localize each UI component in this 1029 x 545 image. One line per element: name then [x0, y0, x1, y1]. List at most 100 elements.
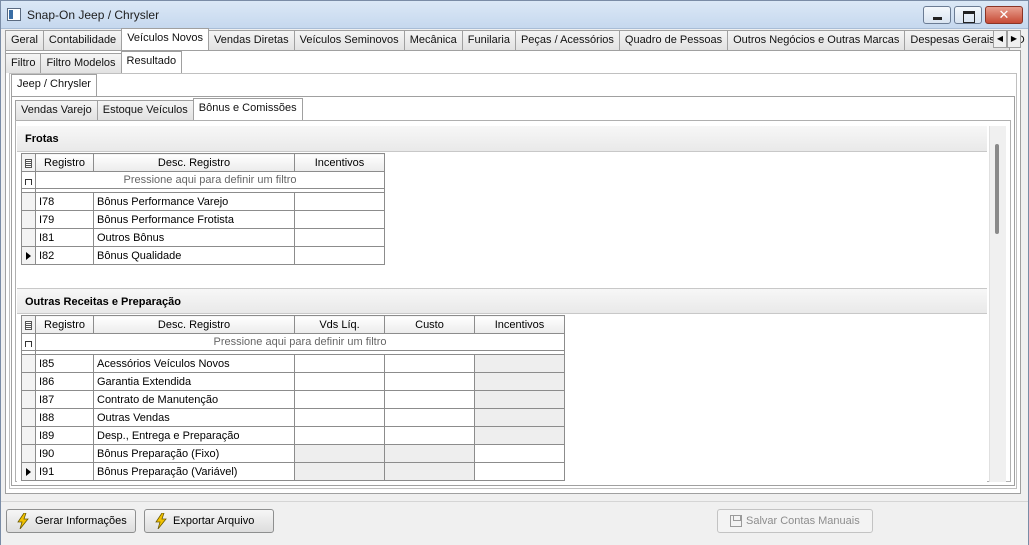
window-title: Snap-On Jeep / Chrysler: [27, 8, 160, 22]
tab-quadro-pessoas[interactable]: Quadro de Pessoas: [618, 30, 729, 50]
minimize-button[interactable]: [923, 6, 951, 24]
table-row[interactable]: I78 Bônus Performance Varejo: [21, 192, 385, 211]
filter-row[interactable]: Pressione aqui para definir um filtro: [35, 333, 565, 351]
cell-desc[interactable]: Bônus Preparação (Fixo): [93, 444, 295, 463]
tab-vendas-varejo[interactable]: Vendas Varejo: [15, 100, 98, 120]
salvar-contas-manuais-label: Salvar Contas Manuais: [746, 515, 860, 527]
tab-outros-negocios[interactable]: Outros Negócios e Outras Marcas: [727, 30, 906, 50]
table-row[interactable]: I91 Bônus Preparação (Variável): [21, 462, 565, 481]
col-desc-registro[interactable]: Desc. Registro: [93, 153, 295, 172]
col-incentivos[interactable]: Incentivos: [294, 153, 385, 172]
salvar-contas-manuais-button[interactable]: Salvar Contas Manuais: [717, 509, 873, 533]
gerar-informacoes-button[interactable]: Gerar Informações: [6, 509, 136, 533]
tab-vendas-diretas[interactable]: Vendas Diretas: [208, 30, 295, 50]
cell-desc[interactable]: Outros Bônus: [93, 228, 295, 247]
maximize-button[interactable]: [954, 6, 982, 24]
cell-desc[interactable]: Acessórios Veículos Novos: [93, 354, 295, 373]
lightning-icon: [17, 513, 29, 529]
cell-incentivos[interactable]: [294, 228, 385, 247]
cell-registro[interactable]: I86: [35, 372, 94, 391]
cell-registro[interactable]: I81: [35, 228, 94, 247]
cell-registro[interactable]: I91: [35, 462, 94, 481]
tab-mecanica[interactable]: Mecânica: [403, 30, 463, 50]
cell-registro[interactable]: I85: [35, 354, 94, 373]
table-row[interactable]: I86 Garantia Extendida: [21, 372, 565, 391]
cell-custo[interactable]: [384, 390, 475, 409]
cell-vds[interactable]: [294, 372, 385, 391]
table-row[interactable]: I79 Bônus Performance Frotista: [21, 210, 385, 229]
app-window: Snap-On Jeep / Chrysler ✕ Geral Contabil…: [0, 0, 1029, 545]
close-button[interactable]: ✕: [985, 6, 1023, 24]
col-custo[interactable]: Custo: [384, 315, 475, 334]
cell-custo[interactable]: [384, 372, 475, 391]
tab-scroll-right-button[interactable]: ▶: [1007, 30, 1021, 48]
tab-estoque-veiculos[interactable]: Estoque Veículos: [96, 100, 194, 120]
tab-jeep-chrysler[interactable]: Jeep / Chrysler: [11, 74, 97, 96]
tab-contabilidade[interactable]: Contabilidade: [42, 30, 123, 50]
cell-custo[interactable]: [384, 426, 475, 445]
cell-desc[interactable]: Contrato de Manutenção: [93, 390, 295, 409]
tab-filtro-modelos[interactable]: Filtro Modelos: [40, 53, 122, 73]
tab-geral[interactable]: Geral: [5, 30, 44, 50]
table-row[interactable]: I87 Contrato de Manutenção: [21, 390, 565, 409]
table-row[interactable]: I85 Acessórios Veículos Novos: [21, 354, 565, 373]
title-bar[interactable]: Snap-On Jeep / Chrysler ✕: [1, 1, 1028, 29]
cell-vds[interactable]: [294, 354, 385, 373]
cell-custo[interactable]: [384, 354, 475, 373]
cell-desc[interactable]: Bônus Performance Frotista: [93, 210, 295, 229]
column-chooser-icon[interactable]: [21, 315, 36, 334]
tab-filtro[interactable]: Filtro: [5, 53, 42, 73]
table-row[interactable]: I89 Desp., Entrega e Preparação: [21, 426, 565, 445]
table-row[interactable]: I90 Bônus Preparação (Fixo): [21, 444, 565, 463]
cell-incentivos[interactable]: [294, 192, 385, 211]
exportar-arquivo-label: Exportar Arquivo: [173, 515, 255, 527]
cell-incentivos: [474, 408, 565, 427]
vertical-scrollbar[interactable]: [989, 126, 1006, 482]
tab-scroll-left-button[interactable]: ◀: [993, 30, 1007, 48]
cell-incentivos[interactable]: [474, 444, 565, 463]
cell-incentivos[interactable]: [294, 210, 385, 229]
col-vds-liq[interactable]: Vds Líq.: [294, 315, 385, 334]
cell-vds[interactable]: [294, 408, 385, 427]
cell-registro[interactable]: I87: [35, 390, 94, 409]
exportar-arquivo-button[interactable]: Exportar Arquivo: [144, 509, 274, 533]
sections-scroll-area[interactable]: Frotas Registro Desc. Registro Incentivo…: [17, 126, 987, 482]
cell-desc[interactable]: Bônus Qualidade: [93, 246, 295, 265]
outras-receitas-grid[interactable]: Registro Desc. Registro Vds Líq. Custo I…: [21, 315, 565, 481]
cell-registro[interactable]: I79: [35, 210, 94, 229]
frotas-grid[interactable]: Registro Desc. Registro Incentivos Press…: [21, 153, 385, 265]
scrollbar-thumb[interactable]: [995, 144, 999, 234]
cell-desc[interactable]: Desp., Entrega e Preparação: [93, 426, 295, 445]
tab-veiculos-seminovos[interactable]: Veículos Seminovos: [293, 30, 405, 50]
tab-veiculos-novos[interactable]: Veículos Novos: [121, 28, 210, 50]
lightning-icon: [155, 513, 167, 529]
tab-resultado[interactable]: Resultado: [120, 51, 183, 73]
cell-custo[interactable]: [384, 408, 475, 427]
cell-registro[interactable]: I90: [35, 444, 94, 463]
cell-vds[interactable]: [294, 390, 385, 409]
col-registro[interactable]: Registro: [35, 315, 94, 334]
cell-vds[interactable]: [294, 426, 385, 445]
cell-registro[interactable]: I88: [35, 408, 94, 427]
tab-funilaria[interactable]: Funilaria: [461, 30, 516, 50]
col-incentivos[interactable]: Incentivos: [474, 315, 565, 334]
column-chooser-icon[interactable]: [21, 153, 36, 172]
cell-incentivos[interactable]: [474, 462, 565, 481]
cell-registro[interactable]: I78: [35, 192, 94, 211]
cell-desc[interactable]: Bônus Performance Varejo: [93, 192, 295, 211]
table-row[interactable]: I82 Bônus Qualidade: [21, 246, 385, 265]
cell-desc[interactable]: Bônus Preparação (Variável): [93, 462, 295, 481]
cell-incentivos[interactable]: [294, 246, 385, 265]
filter-row[interactable]: Pressione aqui para definir um filtro: [35, 171, 385, 189]
current-row-indicator-icon: [21, 462, 36, 481]
cell-registro[interactable]: I82: [35, 246, 94, 265]
table-row[interactable]: I88 Outras Vendas: [21, 408, 565, 427]
cell-registro[interactable]: I89: [35, 426, 94, 445]
col-desc-registro[interactable]: Desc. Registro: [93, 315, 295, 334]
tab-pecas-acessorios[interactable]: Peças / Acessórios: [514, 30, 620, 50]
table-row[interactable]: I81 Outros Bônus: [21, 228, 385, 247]
tab-bonus-comissoes[interactable]: Bônus e Comissões: [192, 98, 303, 120]
cell-desc[interactable]: Garantia Extendida: [93, 372, 295, 391]
cell-desc[interactable]: Outras Vendas: [93, 408, 295, 427]
col-registro[interactable]: Registro: [35, 153, 94, 172]
